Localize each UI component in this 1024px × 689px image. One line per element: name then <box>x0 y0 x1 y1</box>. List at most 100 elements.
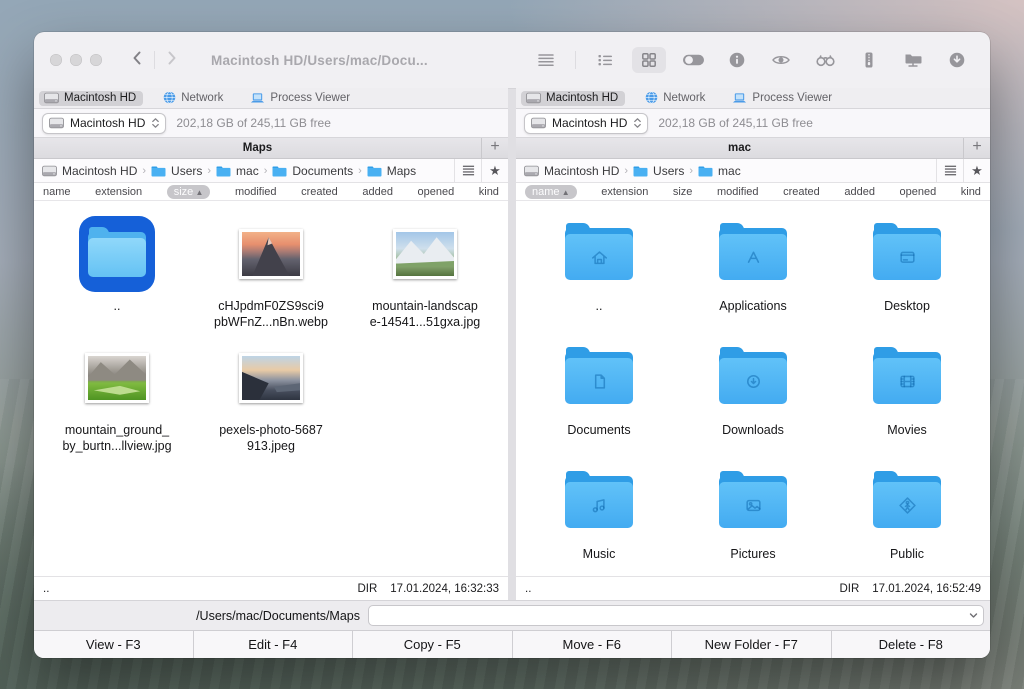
binoculars-icon[interactable] <box>808 47 842 73</box>
back-button[interactable] <box>130 49 144 72</box>
grid-view-icon[interactable] <box>632 47 666 73</box>
add-tab-button[interactable]: + <box>963 138 990 158</box>
file-item[interactable]: Desktop <box>830 213 984 337</box>
breadcrumb-item[interactable]: Documents <box>272 164 353 178</box>
drive-icon <box>42 165 57 177</box>
file-item[interactable]: .. <box>522 213 676 337</box>
column-header-name[interactable]: name <box>43 186 71 198</box>
column-header-modified[interactable]: modified <box>717 186 759 198</box>
function-button-f3[interactable]: View - F3 <box>34 631 194 658</box>
breadcrumb-separator: › <box>142 165 146 177</box>
column-header-added[interactable]: added <box>362 186 393 198</box>
info-icon[interactable] <box>720 47 754 73</box>
folder-icon <box>633 165 648 177</box>
function-button-f8[interactable]: Delete - F8 <box>832 631 991 658</box>
column-header-extension[interactable]: extension <box>601 186 648 198</box>
column-header-created[interactable]: created <box>301 186 338 198</box>
column-header-size[interactable]: size ▲ <box>167 185 211 199</box>
file-grid-right: .. Applications Desktop DocumentsDownloadsM… <box>516 201 990 576</box>
column-header-opened[interactable]: opened <box>417 186 454 198</box>
function-button-f7[interactable]: New Folder - F7 <box>672 631 832 658</box>
file-name-label: Applications <box>719 298 786 314</box>
tab-process-viewer[interactable]: Process Viewer <box>245 91 357 106</box>
file-name-label: .. <box>114 298 121 314</box>
file-item[interactable]: Movies <box>830 337 984 461</box>
tab-network[interactable]: Network <box>640 90 712 106</box>
file-item[interactable]: mountain_ground_ by_burtn...llview.jpg <box>40 337 194 461</box>
file-item[interactable]: Documents <box>522 337 676 461</box>
network-folder-icon[interactable] <box>896 47 930 73</box>
star-icon: ★ <box>489 164 501 177</box>
file-item[interactable]: Pictures <box>676 461 830 576</box>
column-header-extension[interactable]: extension <box>95 186 142 198</box>
list-view-icon[interactable] <box>588 47 622 73</box>
file-item[interactable]: Applications <box>676 213 830 337</box>
toolbar-divider <box>575 51 576 69</box>
thumbnail-mountain-meadow <box>88 356 146 400</box>
tab-macintosh-hd[interactable]: Macintosh HD <box>521 91 625 106</box>
pane-title-bar-left: Maps+ <box>34 138 508 159</box>
toggle-icon[interactable] <box>676 47 710 73</box>
column-header-kind[interactable]: kind <box>479 186 499 198</box>
forward-button[interactable] <box>165 49 179 72</box>
column-header-added[interactable]: added <box>844 186 875 198</box>
add-tab-button[interactable]: + <box>481 138 508 158</box>
breadcrumb: Macintosh HD›Users›mac★ <box>516 159 990 183</box>
column-header-opened[interactable]: opened <box>899 186 936 198</box>
file-item[interactable]: Downloads <box>676 337 830 461</box>
download-icon[interactable] <box>940 47 974 73</box>
status-kind: DIR <box>839 583 859 595</box>
breadcrumb-item[interactable]: Maps <box>367 164 416 178</box>
column-header-size[interactable]: size <box>673 186 693 198</box>
globe-icon <box>645 91 658 104</box>
eye-icon[interactable] <box>764 47 798 73</box>
tab-process-viewer[interactable]: Process Viewer <box>727 91 839 106</box>
column-header-kind[interactable]: kind <box>961 186 981 198</box>
drive-icon <box>44 92 59 104</box>
zoom-button[interactable] <box>90 54 102 66</box>
file-item[interactable]: .. <box>40 213 194 337</box>
minimize-button[interactable] <box>70 54 82 66</box>
function-button-f4[interactable]: Edit - F4 <box>194 631 354 658</box>
titlebar: Macintosh HD/Users/mac/Docu... <box>34 32 990 88</box>
breadcrumb-separator: › <box>689 165 693 177</box>
breadcrumb-item[interactable]: Users <box>151 164 202 178</box>
view-options-button[interactable] <box>454 159 481 182</box>
drive-icon <box>524 165 539 177</box>
breadcrumb-item[interactable]: mac <box>216 164 259 178</box>
drive-icon <box>531 117 546 129</box>
menu-lines-icon[interactable] <box>529 47 563 73</box>
function-button-f5[interactable]: Copy - F5 <box>353 631 513 658</box>
pane-divider[interactable] <box>508 88 516 600</box>
drive-selector[interactable]: Macintosh HD <box>524 113 648 134</box>
column-header-created[interactable]: created <box>783 186 820 198</box>
chevron-down-icon[interactable] <box>964 612 983 619</box>
column-header-modified[interactable]: modified <box>235 186 277 198</box>
file-icon-box <box>873 461 941 543</box>
breadcrumb-label: Macintosh HD <box>62 164 137 178</box>
close-button[interactable] <box>50 54 62 66</box>
function-button-f6[interactable]: Move - F6 <box>513 631 673 658</box>
file-item[interactable]: Music <box>522 461 676 576</box>
archive-icon[interactable] <box>852 47 886 73</box>
menu-lines-icon <box>943 164 958 177</box>
drive-icon <box>49 117 64 129</box>
tab-macintosh-hd[interactable]: Macintosh HD <box>39 91 143 106</box>
tab-network[interactable]: Network <box>158 90 230 106</box>
file-name-label: mountain_ground_ by_burtn...llview.jpg <box>62 422 171 455</box>
breadcrumb-item[interactable]: mac <box>698 164 741 178</box>
command-input[interactable] <box>369 606 964 625</box>
breadcrumb-item[interactable]: Macintosh HD <box>524 164 619 178</box>
file-item[interactable]: pexels-photo-5687 913.jpeg <box>194 337 348 461</box>
file-item[interactable]: Public <box>830 461 984 576</box>
column-header-name[interactable]: name ▲ <box>525 185 577 199</box>
view-options-button[interactable] <box>936 159 963 182</box>
breadcrumb-label: Macintosh HD <box>544 164 619 178</box>
breadcrumb-item[interactable]: Macintosh HD <box>42 164 137 178</box>
favorites-button[interactable]: ★ <box>481 159 508 182</box>
favorites-button[interactable]: ★ <box>963 159 990 182</box>
file-item[interactable]: mountain-landscap e-14541...51gxa.jpg <box>348 213 502 337</box>
file-item[interactable]: cHJpdmF0ZS9sci9 pbWFnZ...nBn.webp <box>194 213 348 337</box>
drive-selector[interactable]: Macintosh HD <box>42 113 166 134</box>
breadcrumb-item[interactable]: Users <box>633 164 684 178</box>
